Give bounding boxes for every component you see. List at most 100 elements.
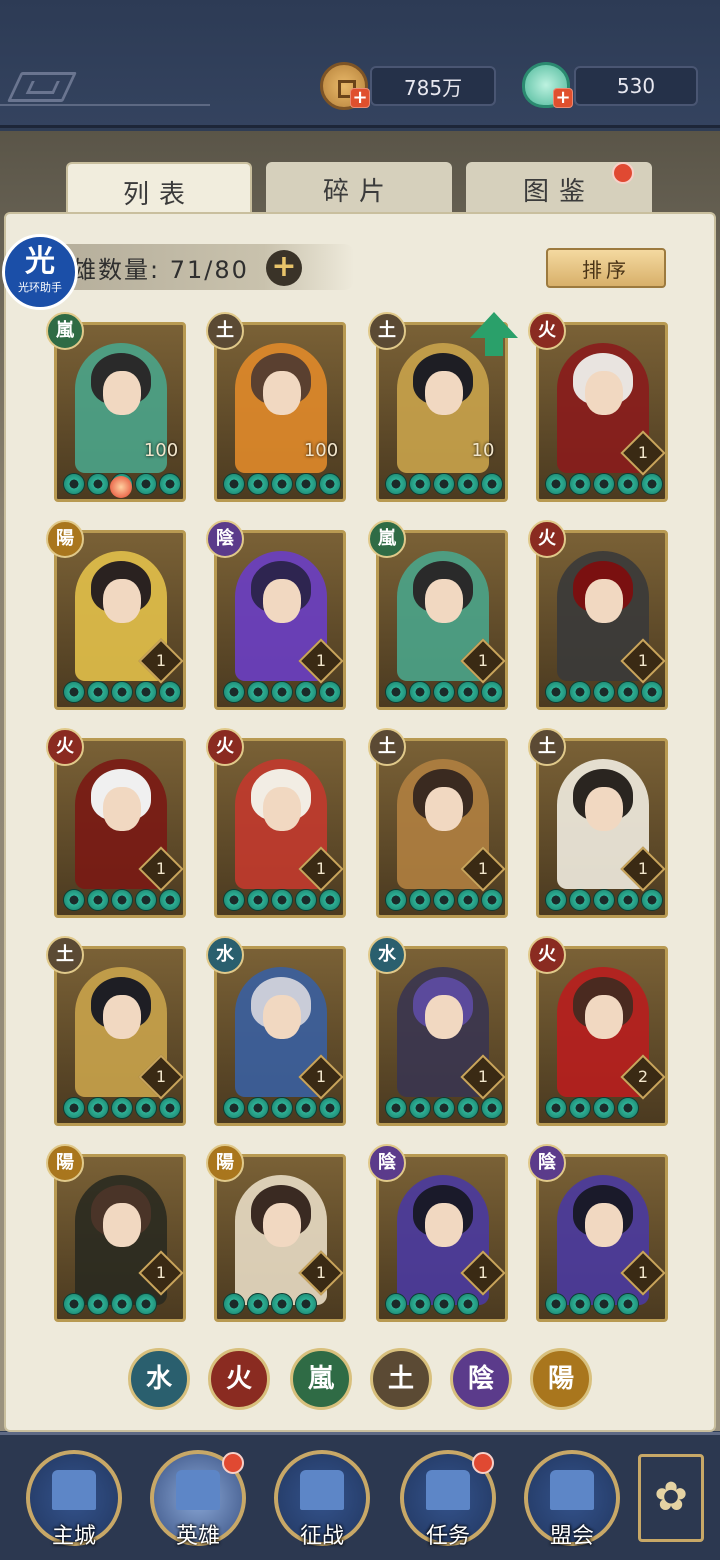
star-bead-icon: [271, 1097, 293, 1119]
hero-level: 1: [637, 443, 649, 462]
star-bead-icon: [545, 889, 567, 911]
star-bead-icon: [247, 681, 269, 703]
filter-water-button[interactable]: 水: [128, 1348, 190, 1410]
hero-card[interactable]: 100: [54, 322, 186, 502]
hero-card[interactable]: 1: [214, 530, 346, 710]
hero-card[interactable]: 1: [536, 322, 668, 502]
element-badge-icon: 火: [528, 936, 566, 974]
hero-stars: [385, 889, 503, 911]
filter-wind-button[interactable]: 嵐: [290, 1348, 352, 1410]
hero-stars: [223, 681, 341, 703]
star-bead-icon: [135, 681, 157, 703]
star-bead-icon: [433, 681, 455, 703]
add-jade-button[interactable]: +: [553, 88, 573, 108]
star-bead-icon: [433, 1097, 455, 1119]
star-bead-icon: [223, 889, 245, 911]
hero-face: [103, 787, 141, 831]
star-bead-icon: [63, 889, 85, 911]
nav-icon: [300, 1470, 344, 1510]
star-bead-icon: [111, 1293, 133, 1315]
filter-yang-button[interactable]: 陽: [530, 1348, 592, 1410]
hero-card[interactable]: 1: [376, 738, 508, 918]
hero-face: [103, 579, 141, 623]
element-badge-icon: 陽: [206, 1144, 244, 1182]
hero-card[interactable]: 1: [54, 946, 186, 1126]
star-bead-icon: [481, 1097, 503, 1119]
hero-face: [585, 371, 623, 415]
hero-face: [103, 371, 141, 415]
hero-stars: [63, 681, 181, 703]
element-badge-icon: 土: [206, 312, 244, 350]
star-bead-icon: [135, 1097, 157, 1119]
copper-amount: 785万: [370, 66, 496, 106]
star-bead-icon: [319, 1097, 341, 1119]
star-bead-icon: [593, 1097, 615, 1119]
hero-level: 1: [477, 1067, 489, 1086]
filter-fire-button[interactable]: 火: [208, 1348, 270, 1410]
star-bead-icon: [481, 889, 503, 911]
hero-card[interactable]: 1: [376, 946, 508, 1126]
hero-card[interactable]: 1: [214, 946, 346, 1126]
star-bead-icon: [271, 681, 293, 703]
element-badge-icon: 土: [368, 728, 406, 766]
hero-card[interactable]: 1: [376, 530, 508, 710]
star-bead-icon: [569, 473, 591, 495]
hero-card[interactable]: 1: [536, 530, 668, 710]
hero-card[interactable]: 2: [536, 946, 668, 1126]
hero-card[interactable]: 1: [214, 738, 346, 918]
hero-face: [585, 995, 623, 1039]
filter-yin-button[interactable]: 陰: [450, 1348, 512, 1410]
star-bead-icon: [87, 681, 109, 703]
star-bead-icon: [111, 1097, 133, 1119]
star-bead-icon: [481, 681, 503, 703]
add-copper-button[interactable]: +: [350, 88, 370, 108]
star-bead-icon: [409, 889, 431, 911]
star-bead-icon: [545, 473, 567, 495]
star-bead-icon: [135, 473, 157, 495]
hero-face: [585, 787, 623, 831]
hero-face: [425, 371, 463, 415]
star-bead-icon: [457, 681, 479, 703]
star-bead-icon: [641, 681, 663, 703]
hero-face: [263, 995, 301, 1039]
star-bead-icon: [617, 1293, 639, 1315]
hero-face: [425, 787, 463, 831]
star-bead-icon: [111, 889, 133, 911]
star-bead-icon: [319, 889, 341, 911]
star-bead-icon: [159, 473, 181, 495]
nav-label: 英雄: [175, 1524, 220, 1549]
more-menu-button[interactable]: ✿: [638, 1454, 704, 1542]
sort-button[interactable]: 排序: [546, 248, 666, 288]
star-bead-icon: [159, 889, 181, 911]
hero-level: 1: [155, 1263, 167, 1282]
hero-level: 1: [637, 1263, 649, 1282]
hero-stars: [545, 889, 663, 911]
star-bead-icon: [295, 1293, 317, 1315]
element-badge-icon: 火: [528, 520, 566, 558]
hero-level: 100: [303, 440, 339, 461]
hero-card[interactable]: 100: [214, 322, 346, 502]
hero-card[interactable]: 1: [536, 738, 668, 918]
hero-level: 1: [155, 1067, 167, 1086]
tab-fragments[interactable]: 碎片: [266, 162, 452, 216]
star-bead-icon: [319, 473, 341, 495]
hero-stars: [223, 1097, 341, 1119]
star-bead-icon: [433, 473, 455, 495]
star-bead-icon: [641, 473, 663, 495]
element-badge-icon: 陰: [206, 520, 244, 558]
hero-card[interactable]: 1: [54, 530, 186, 710]
hero-stars: [223, 1293, 317, 1315]
star-bead-icon: [385, 473, 407, 495]
watermark-logo: 光 光环助手: [2, 234, 78, 310]
star-bead-icon: [617, 681, 639, 703]
hero-level: 1: [315, 859, 327, 878]
star-bead-icon: [159, 1097, 181, 1119]
expand-capacity-button[interactable]: +: [266, 250, 302, 286]
star-bead-icon: [295, 473, 317, 495]
top-bar: [0, 0, 720, 128]
hero-stars: [545, 1097, 639, 1119]
hero-card[interactable]: 1: [54, 738, 186, 918]
star-bead-icon: [457, 889, 479, 911]
star-bead-icon: [223, 1097, 245, 1119]
filter-earth-button[interactable]: 土: [370, 1348, 432, 1410]
